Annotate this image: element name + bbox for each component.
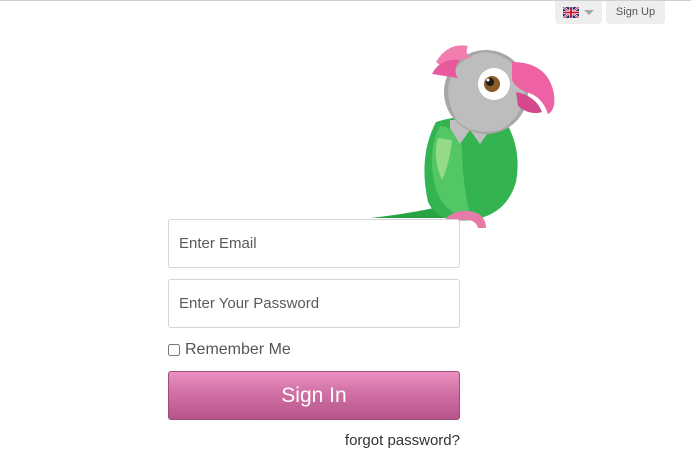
login-page: Sign Up Remember Me Sign In forgot pass <box>0 0 691 460</box>
parrot-mascot-icon <box>370 45 555 228</box>
remember-me-row: Remember Me <box>168 340 291 360</box>
caret-down-icon <box>584 10 594 15</box>
email-field[interactable] <box>168 219 460 268</box>
uk-flag-icon <box>563 7 579 18</box>
forgot-password-link[interactable]: forgot password? <box>260 432 460 449</box>
remember-me-checkbox[interactable] <box>168 344 180 356</box>
language-selector[interactable] <box>555 1 602 24</box>
signup-button[interactable]: Sign Up <box>606 1 665 24</box>
remember-me-label: Remember Me <box>185 341 291 358</box>
sign-in-button[interactable]: Sign In <box>168 371 460 420</box>
password-field[interactable] <box>168 279 460 328</box>
